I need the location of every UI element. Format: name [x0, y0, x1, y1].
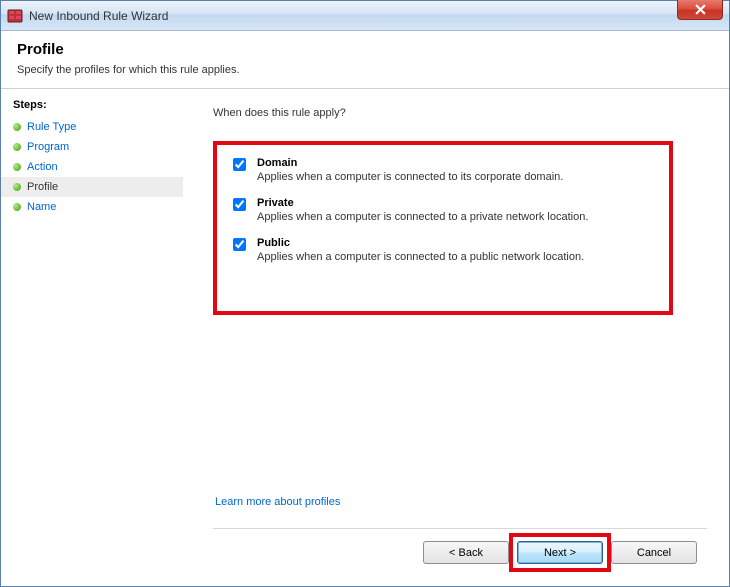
step-label: Rule Type: [27, 121, 76, 133]
profile-checkbox-domain[interactable]: [233, 158, 246, 171]
bullet-icon: [13, 143, 21, 151]
profile-title: Private: [257, 197, 588, 209]
profile-description: Applies when a computer is connected to …: [257, 211, 588, 223]
profile-option-public: Public Applies when a computer is connect…: [229, 237, 653, 263]
cancel-button[interactable]: Cancel: [611, 541, 697, 564]
titlebar[interactable]: New Inbound Rule Wizard: [1, 1, 729, 31]
step-label: Profile: [27, 181, 58, 193]
profile-checkbox-private[interactable]: [233, 198, 246, 211]
step-label: Action: [27, 161, 58, 173]
profile-description: Applies when a computer is connected to …: [257, 171, 563, 183]
body-area: Steps: Rule Type Program Action Profile Name…: [1, 89, 729, 586]
step-label: Name: [27, 201, 56, 213]
window-title: New Inbound Rule Wizard: [29, 9, 168, 23]
profile-option-domain: Domain Applies when a computer is connect…: [229, 157, 653, 183]
close-icon: [695, 4, 706, 15]
header-pane: Profile Specify the profiles for which t…: [1, 31, 729, 89]
profile-title: Domain: [257, 157, 563, 169]
step-item-action[interactable]: Action: [1, 157, 183, 177]
button-row: < Back Next > Cancel: [213, 541, 707, 576]
bullet-icon: [13, 163, 21, 171]
content-question: When does this rule apply?: [213, 107, 707, 119]
step-item-profile[interactable]: Profile: [1, 177, 183, 197]
step-item-program[interactable]: Program: [1, 137, 183, 157]
learn-more-link[interactable]: Learn more about profiles: [213, 496, 707, 508]
firewall-icon: [7, 8, 23, 24]
close-button[interactable]: [677, 0, 723, 20]
profile-option-private: Private Applies when a computer is connec…: [229, 197, 653, 223]
step-item-rule-type[interactable]: Rule Type: [1, 117, 183, 137]
profile-description: Applies when a computer is connected to …: [257, 251, 584, 263]
steps-pane: Steps: Rule Type Program Action Profile Name: [1, 89, 183, 586]
content-pane: When does this rule apply? Domain Applies…: [183, 89, 729, 586]
page-subtitle: Specify the profiles for which this rule…: [17, 64, 713, 76]
step-label: Program: [27, 141, 69, 153]
back-button[interactable]: < Back: [423, 541, 509, 564]
bullet-icon: [13, 203, 21, 211]
step-item-name[interactable]: Name: [1, 197, 183, 217]
next-highlight-box: Next >: [517, 541, 603, 564]
next-button[interactable]: Next >: [517, 541, 603, 564]
bullet-icon: [13, 183, 21, 191]
button-divider: [213, 528, 707, 529]
steps-heading: Steps:: [1, 95, 183, 117]
profile-text: Public Applies when a computer is connect…: [257, 237, 584, 263]
profile-text: Domain Applies when a computer is connect…: [257, 157, 563, 183]
profile-title: Public: [257, 237, 584, 249]
profile-checkbox-public[interactable]: [233, 238, 246, 251]
page-title: Profile: [17, 41, 713, 58]
profiles-highlight-box: Domain Applies when a computer is connect…: [213, 141, 673, 315]
profile-text: Private Applies when a computer is connec…: [257, 197, 588, 223]
bullet-icon: [13, 123, 21, 131]
wizard-window: New Inbound Rule Wizard Profile Specify …: [0, 0, 730, 587]
